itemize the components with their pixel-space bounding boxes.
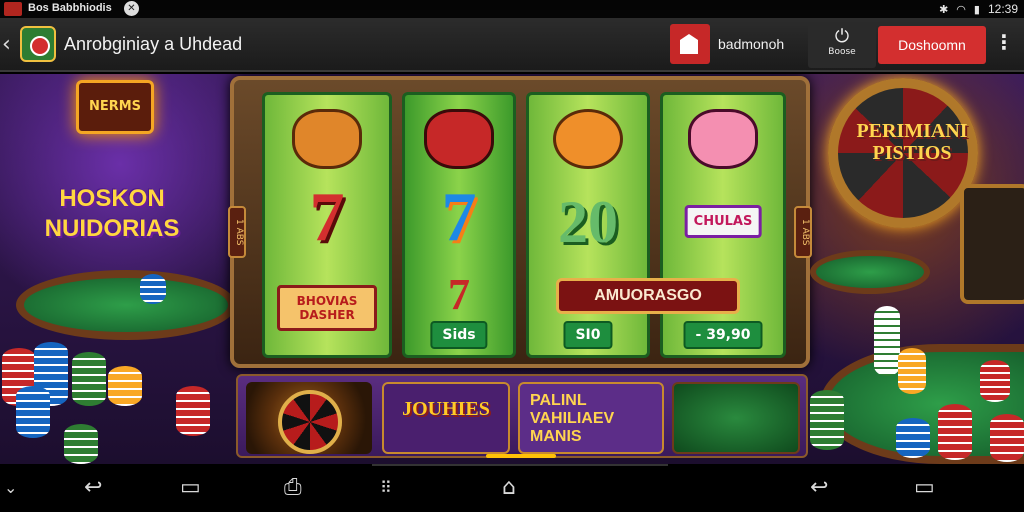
notification-badge-icon: ✕ bbox=[124, 1, 139, 16]
system-nav-bar: ⌄ ↩ ▭ ⎙ ⠿ ⌂ ↩ ▭ bbox=[0, 464, 1024, 512]
app-bar: ‹ Anrobginiay a Uhdead badmonoh ⏻ Boose … bbox=[0, 18, 1024, 72]
undo-icon[interactable]: ↩ bbox=[810, 476, 828, 500]
power-label: Boose bbox=[828, 47, 856, 57]
reel-value: SI0 bbox=[563, 321, 613, 349]
table-promo[interactable] bbox=[672, 382, 800, 454]
game-area: NERMS HOSKON NUIDORIAS 1 ABS 1 ABS 7 BHO… bbox=[0, 74, 1024, 464]
kebab-menu-icon[interactable]: ⋮ bbox=[994, 30, 1014, 54]
chip-stack bbox=[874, 306, 900, 376]
right-casino-scene: PERIMIANI PISTIOS bbox=[810, 74, 1024, 464]
nav-divider bbox=[372, 464, 668, 466]
monkey-symbol bbox=[553, 109, 623, 169]
chip-stack bbox=[898, 348, 926, 394]
fox-symbol bbox=[292, 109, 362, 169]
apps-grid-icon[interactable]: ⠿ bbox=[380, 476, 392, 500]
pig-symbol bbox=[688, 109, 758, 169]
reel-value: Sids bbox=[430, 321, 488, 349]
payline-indicator-left: 1 ABS bbox=[228, 206, 246, 258]
recents-icon[interactable]: ▭ bbox=[180, 476, 201, 500]
screenshot-icon[interactable]: ⎙ bbox=[284, 476, 302, 500]
collapse-icon[interactable]: ⌄ bbox=[4, 476, 17, 500]
app-logo bbox=[20, 26, 56, 62]
seven-symbol-partial: 7 bbox=[448, 270, 470, 319]
bluetooth-icon: ✱ bbox=[939, 2, 949, 16]
reel-bottom-label: BHOVIAS DASHER bbox=[277, 285, 377, 331]
win-amount: - 39,90 bbox=[683, 321, 763, 349]
side-table bbox=[810, 250, 930, 294]
chip-stack bbox=[980, 360, 1010, 402]
chip-stack bbox=[990, 414, 1024, 462]
chip-stack bbox=[140, 274, 166, 304]
chip-stack bbox=[72, 352, 106, 406]
chip-stack bbox=[64, 424, 98, 464]
left-casino-scene: NERMS HOSKON NUIDORIAS bbox=[0, 74, 236, 464]
text-promo[interactable]: PALINL VAHILIAEV MANIS bbox=[518, 382, 664, 454]
reel-2[interactable]: 7 7 Sids bbox=[402, 92, 516, 358]
reel-1[interactable]: 7 BHOVIAS DASHER bbox=[262, 92, 392, 358]
bull-symbol bbox=[424, 109, 494, 169]
chip-stack bbox=[108, 366, 142, 406]
chip-stack bbox=[16, 386, 50, 438]
chip-stack bbox=[810, 390, 844, 450]
wifi-icon: ◠ bbox=[956, 2, 966, 16]
reel-3[interactable]: 20 SI0 bbox=[526, 92, 650, 358]
home-icon[interactable]: ⌂ bbox=[502, 476, 516, 500]
poker-table bbox=[16, 270, 236, 340]
side-slot-machine bbox=[960, 184, 1024, 304]
window-icon[interactable]: ▭ bbox=[914, 476, 935, 500]
shop-icon[interactable] bbox=[670, 24, 710, 64]
app-title: Anrobginiay a Uhdead bbox=[64, 34, 243, 54]
right-game-logo[interactable]: PERIMIANI PISTIOS bbox=[842, 120, 982, 164]
promo-carousel: JOUHIES PALINL VAHILIAEV MANIS bbox=[236, 374, 808, 458]
battery-icon: ▮ bbox=[973, 2, 980, 16]
chip-stack bbox=[896, 418, 930, 458]
neon-sign: NERMS bbox=[76, 80, 154, 134]
reel-4[interactable]: CHULAS - 39,90 bbox=[660, 92, 786, 358]
roulette-promo[interactable] bbox=[246, 382, 372, 454]
seven-symbol: 7 bbox=[309, 179, 345, 256]
app-notification-icon bbox=[4, 2, 22, 16]
status-icons: ✱ ◠ ▮ 12:39 bbox=[939, 2, 1018, 16]
jackpot-promo[interactable]: JOUHIES bbox=[382, 382, 510, 454]
action-button-label[interactable]: badmonoh bbox=[718, 36, 784, 52]
chip-stack bbox=[176, 386, 210, 436]
chip-stack bbox=[938, 404, 972, 460]
status-bar: Bos Babbhiodis ✕ ✱ ◠ ▮ 12:39 bbox=[0, 0, 1024, 18]
chevron-left-icon[interactable]: ‹ bbox=[2, 32, 11, 57]
twenty-symbol: 20 bbox=[558, 189, 618, 255]
notification-text: Bos Babbhiodis bbox=[28, 2, 112, 14]
power-button[interactable]: ⏻ Boose bbox=[808, 24, 876, 68]
clock: 12:39 bbox=[987, 2, 1018, 16]
reel-symbol-label: CHULAS bbox=[684, 205, 762, 238]
seven-symbol: 7 bbox=[441, 179, 477, 256]
slot-machine: 1 ABS 1 ABS 7 BHOVIAS DASHER 7 7 Sids 20… bbox=[228, 76, 812, 368]
carousel-indicator bbox=[486, 454, 556, 458]
power-icon: ⏻ bbox=[834, 26, 850, 47]
primary-button[interactable]: Doshoomn bbox=[878, 26, 986, 64]
game-banner: AMUORASGO bbox=[556, 278, 740, 314]
left-game-logo[interactable]: HOSKON NUIDORIAS bbox=[28, 184, 196, 244]
back-icon[interactable]: ↩ bbox=[84, 476, 102, 500]
